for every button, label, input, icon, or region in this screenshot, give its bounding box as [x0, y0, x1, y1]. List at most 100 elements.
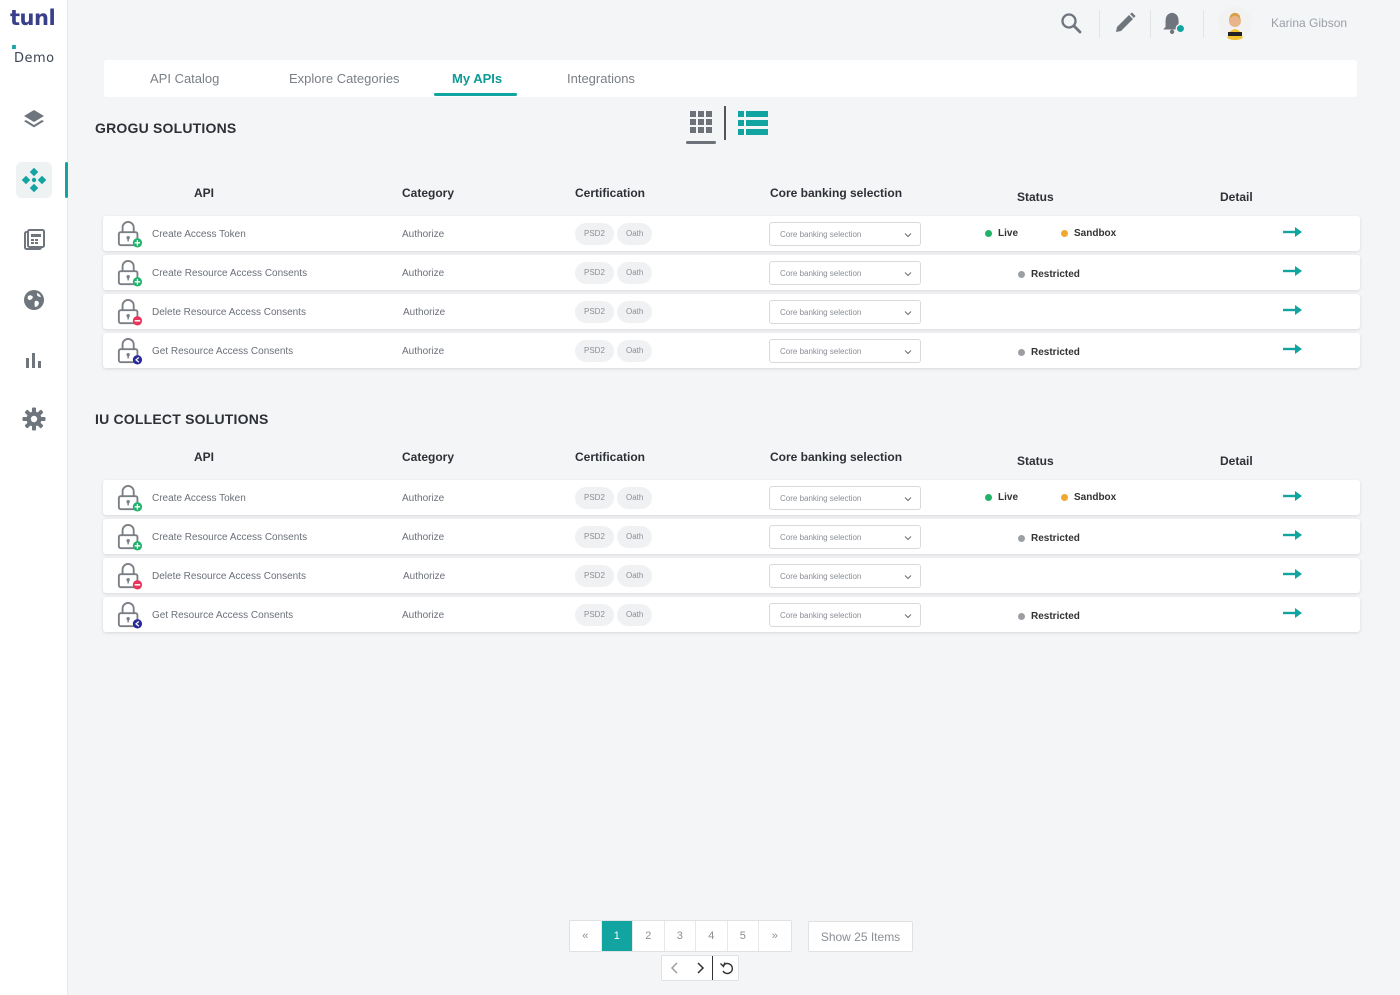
- api-category: Authorize: [402, 268, 445, 279]
- status-sandbox: Sandbox: [1061, 228, 1116, 239]
- tab-my-apis[interactable]: My APIs: [452, 71, 502, 86]
- core-banking-select[interactable]: Core banking selection: [769, 339, 921, 363]
- user-name[interactable]: Karina Gibson: [1271, 16, 1347, 30]
- view-separator: [724, 106, 726, 140]
- tab-active-underline: [434, 93, 517, 96]
- grid-icon: [690, 111, 712, 133]
- tab-api-catalog[interactable]: API Catalog: [150, 71, 219, 86]
- grid-view-button[interactable]: [686, 106, 716, 144]
- api-name[interactable]: Get Resource Access Consents: [152, 610, 293, 621]
- notifications-button[interactable]: [1160, 10, 1186, 36]
- arrow-right-icon[interactable]: [1283, 489, 1303, 503]
- page-button[interactable]: 2: [633, 921, 665, 951]
- tab-integrations[interactable]: Integrations: [567, 71, 635, 86]
- core-banking-select[interactable]: Core banking selection: [769, 564, 921, 588]
- avatar[interactable]: [1218, 6, 1252, 40]
- restricted-dot: [1018, 271, 1025, 278]
- show-items-select[interactable]: Show 25 Items: [808, 921, 913, 952]
- lock-icon: [117, 485, 143, 512]
- select-placeholder: Core banking selection: [780, 611, 862, 620]
- arrow-right-icon[interactable]: [1283, 225, 1303, 239]
- section-title: GROGU SOLUTIONS: [95, 120, 237, 136]
- last-page-button[interactable]: »: [759, 921, 791, 951]
- api-name[interactable]: Create Resource Access Consents: [152, 532, 307, 543]
- forward-button[interactable]: [687, 956, 713, 980]
- certification-badge: PSD2: [575, 223, 614, 245]
- page-button[interactable]: 1: [601, 921, 633, 951]
- arrow-right-icon[interactable]: [1283, 528, 1303, 542]
- select-placeholder: Core banking selection: [780, 347, 862, 356]
- core-banking-select[interactable]: Core banking selection: [769, 222, 921, 246]
- api-nodes-icon: [21, 167, 47, 193]
- refresh-button[interactable]: [714, 956, 740, 980]
- core-banking-select[interactable]: Core banking selection: [769, 603, 921, 627]
- tab-explore-categories[interactable]: Explore Categories: [289, 71, 400, 86]
- first-page-button[interactable]: «: [570, 921, 602, 951]
- sidebar-item-analytics[interactable]: [16, 342, 52, 378]
- api-name[interactable]: Delete Resource Access Consents: [152, 307, 306, 318]
- api-name[interactable]: Create Resource Access Consents: [152, 268, 307, 279]
- arrow-right-icon[interactable]: [1283, 264, 1303, 278]
- page-button[interactable]: 4: [696, 921, 728, 951]
- restricted-dot: [1018, 613, 1025, 620]
- top-separator: [1099, 10, 1100, 38]
- chevron-down-icon: [904, 350, 912, 355]
- sidebar-item-layers[interactable]: [16, 102, 52, 138]
- arrow-right-icon[interactable]: [1283, 567, 1303, 581]
- table-row[interactable]: Get Resource Access Consents Authorize PSD…: [103, 333, 1360, 368]
- chevron-down-icon: [904, 311, 912, 316]
- table-row[interactable]: Get Resource Access Consents Authorize PSD…: [103, 597, 1360, 632]
- tab-bar: API Catalog Explore Categories My APIs I…: [104, 60, 1357, 97]
- core-banking-select[interactable]: Core banking selection: [769, 300, 921, 324]
- table-row[interactable]: Delete Resource Access Consents Authorize…: [103, 294, 1360, 329]
- core-banking-select[interactable]: Core banking selection: [769, 261, 921, 285]
- core-banking-select[interactable]: Core banking selection: [769, 525, 921, 549]
- sidebar-item-settings[interactable]: [16, 401, 52, 437]
- table-row[interactable]: Create Resource Access Consents Authorize…: [103, 255, 1360, 290]
- back-button[interactable]: [662, 956, 688, 980]
- arrow-right-icon[interactable]: [1283, 606, 1303, 620]
- api-name[interactable]: Delete Resource Access Consents: [152, 571, 306, 582]
- table-row[interactable]: Create Resource Access Consents Authorize…: [103, 519, 1360, 554]
- sidebar-item-apis[interactable]: [16, 162, 52, 198]
- certification-badge: PSD2: [575, 340, 614, 362]
- table-row[interactable]: Create Access Token Authorize PSD2 Oath Core…: [103, 216, 1360, 251]
- logo[interactable]: tunl. Demo: [10, 6, 60, 66]
- api-category: Authorize: [402, 493, 445, 504]
- active-indicator: [65, 162, 68, 198]
- api-name[interactable]: Create Access Token: [152, 493, 246, 504]
- api-category: Authorize: [402, 610, 445, 621]
- certification-badge: Oath: [617, 604, 653, 626]
- status-label: Restricted: [1031, 347, 1080, 358]
- page-button[interactable]: 3: [665, 921, 696, 951]
- page-button[interactable]: 5: [728, 921, 759, 951]
- edit-button[interactable]: [1112, 10, 1138, 36]
- certification-badge: Oath: [617, 301, 653, 323]
- certification-badge: PSD2: [575, 604, 614, 626]
- arrow-right-icon[interactable]: [1283, 303, 1303, 317]
- arrow-right-icon[interactable]: [1283, 342, 1303, 356]
- status-label: Sandbox: [1074, 492, 1117, 503]
- table-row[interactable]: Delete Resource Access Consents Authorize…: [103, 558, 1360, 593]
- list-view-button[interactable]: [738, 110, 768, 141]
- sidebar-item-calculator[interactable]: [16, 222, 52, 258]
- status-label: Restricted: [1031, 533, 1080, 544]
- status-label: Restricted: [1031, 611, 1080, 622]
- api-name[interactable]: Create Access Token: [152, 229, 246, 240]
- top-separator: [1150, 10, 1151, 38]
- search-icon: [1061, 13, 1082, 34]
- calculator-grid-icon: [24, 229, 45, 250]
- column-header-detail: Detail: [1220, 190, 1253, 204]
- api-name[interactable]: Get Resource Access Consents: [152, 346, 293, 357]
- pagination: « 1 2 3 4 5 »: [569, 920, 792, 952]
- search-button[interactable]: [1058, 10, 1084, 36]
- table-row[interactable]: Create Access Token Authorize PSD2 Oath Core…: [103, 480, 1360, 515]
- sidebar-item-globe[interactable]: [16, 282, 52, 318]
- logo-subtitle: Demo: [14, 51, 55, 66]
- core-banking-select[interactable]: Core banking selection: [769, 486, 921, 510]
- status-restricted: Restricted: [1018, 611, 1080, 622]
- status-label: Sandbox: [1074, 228, 1117, 239]
- status-label: Restricted: [1031, 269, 1080, 280]
- avatar-image: [1218, 6, 1252, 40]
- api-category: Authorize: [403, 307, 446, 318]
